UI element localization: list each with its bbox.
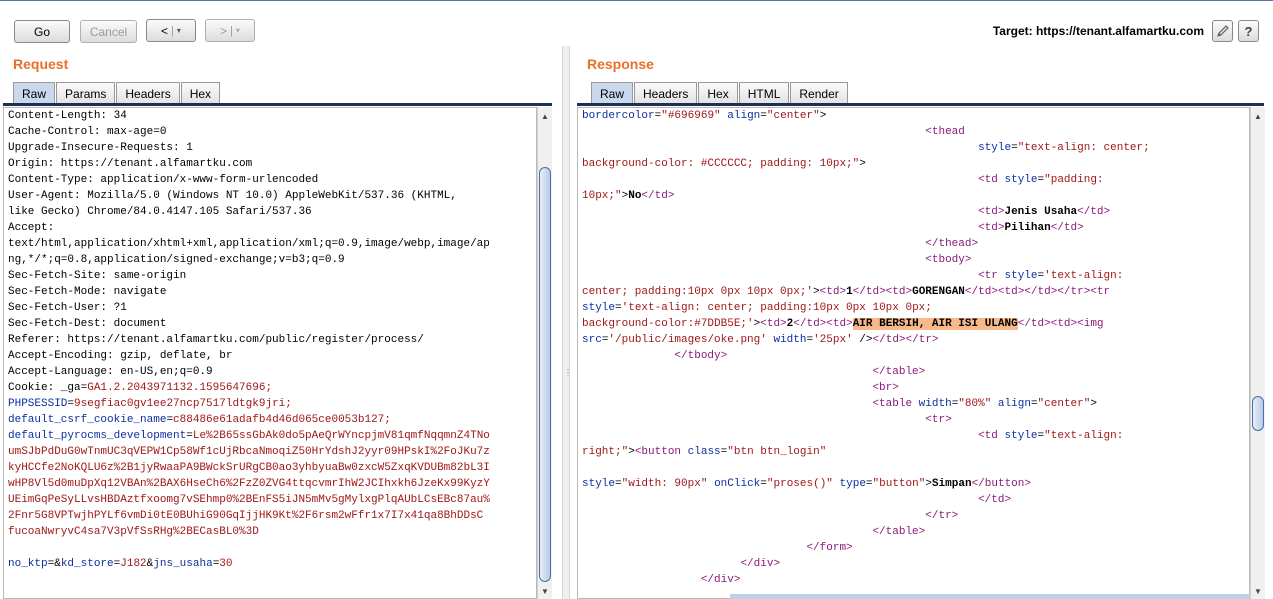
edit-target-button[interactable]: [1212, 20, 1233, 42]
cancel-button[interactable]: Cancel: [80, 20, 137, 43]
go-button[interactable]: Go: [14, 20, 70, 43]
top-toolbar: Go Cancel < | ▾ > | ▾ Target: https://te…: [0, 0, 1273, 46]
cookie-continuation: UEimGqPeSyLLvsHBDAztfxoomg7vSEhmp0%2BEnF…: [8, 494, 490, 506]
scroll-thumb[interactable]: [539, 167, 551, 582]
cookie-line: PHPSESSID=9segfiac0gv1ee27ncp7517ldtgk9j…: [8, 398, 292, 410]
cookie-line: default_csrf_cookie_name=c88486e61adafb4…: [8, 414, 391, 426]
tab-underline: [577, 103, 1264, 106]
chevron-down-icon[interactable]: ▾: [236, 26, 240, 35]
response-text[interactable]: bordercolor="#696969" align="center"> <t…: [578, 108, 1249, 588]
header-line: Content-Length: 34: [8, 110, 127, 122]
param-value: 30: [219, 558, 233, 570]
tab-params[interactable]: Params: [56, 82, 116, 104]
separator: |: [230, 24, 233, 37]
forward-button[interactable]: > | ▾: [205, 19, 255, 42]
cookie-continuation: 2Fnr5G8VPTwjhPYLf6vmDi0tE0BUhiG90GqIjjHK…: [8, 510, 484, 522]
scroll-down-icon[interactable]: ▼: [1251, 584, 1265, 598]
cookie-value: Le%2B65ssGbAk0do5pAeQrWYncpjmV81qmfNqqmn…: [192, 430, 490, 442]
tab-underline: [3, 103, 552, 106]
cookie-value: c88486e61adafb4d46d065ce0053b127;: [173, 414, 391, 426]
tab-html[interactable]: HTML: [738, 82, 790, 104]
pencil-icon: [1216, 25, 1229, 37]
header-line: text/html,application/xhtml+xml,applicat…: [8, 238, 490, 250]
param-key: kd_store: [60, 558, 114, 570]
chevron-down-icon[interactable]: ▾: [177, 26, 181, 35]
cookie-continuation: kyHCCfe2NoKQLU6z%2B1jyRwaaPA9BWckSrURgCB…: [8, 462, 490, 474]
cookie-key: default_pyrocms_development: [8, 430, 187, 442]
scroll-thumb[interactable]: [1252, 396, 1264, 431]
header-line: Sec-Fetch-User: ?1: [8, 302, 127, 314]
body-params: no_ktp=&kd_store=J182&jns_usaha=30: [8, 558, 233, 570]
cookie-line: default_pyrocms_development=Le%2B65ssGbA…: [8, 430, 490, 442]
tab-raw[interactable]: Raw: [13, 82, 56, 104]
back-icon: <: [161, 23, 169, 38]
scroll-down-icon[interactable]: ▼: [538, 584, 552, 598]
tab-hex[interactable]: Hex: [180, 82, 221, 104]
tab-headers[interactable]: Headers: [116, 82, 180, 104]
request-text[interactable]: Content-Length: 34 Cache-Control: max-age…: [4, 108, 536, 572]
header-line: Sec-Fetch-Mode: navigate: [8, 286, 167, 298]
param-key: jns_usaha: [153, 558, 213, 570]
request-tabs: Raw Params Headers Hex: [13, 82, 221, 104]
cookie-continuation: fucoaNwryvC4sa7V3pVfSsRHg%2BECasBL0%3D: [8, 526, 259, 538]
header-line: Upgrade-Insecure-Requests: 1: [8, 142, 193, 154]
tab-headers[interactable]: Headers: [634, 82, 698, 104]
tab-raw[interactable]: Raw: [591, 82, 634, 104]
splitter-grip-icon: ⋮: [564, 368, 572, 377]
cookie-key: Cookie: _ga: [8, 382, 81, 394]
header-line: ng,*/*;q=0.8,application/signed-exchange…: [8, 254, 345, 266]
header-line: Cache-Control: max-age=0: [8, 126, 167, 138]
header-line: Accept-Language: en-US,en;q=0.9: [8, 366, 213, 378]
help-button[interactable]: ?: [1238, 20, 1259, 42]
header-line: Origin: https://tenant.alfamartku.com: [8, 158, 253, 170]
scroll-up-icon[interactable]: ▲: [538, 109, 552, 123]
cookie-continuation: umSJbPdDuG0wTnmUC3qVEPW1Cp58Wf1cUjRbcaNm…: [8, 446, 490, 458]
pane-splitter[interactable]: ⋮: [562, 46, 572, 599]
horizontal-scroll-thumb[interactable]: [730, 594, 1250, 599]
tab-render[interactable]: Render: [790, 82, 848, 104]
cookie-continuation: wHP8Vl5d0muDpXq12VBAn%2BAX6HseCh6%2FzZ0Z…: [8, 478, 490, 490]
response-scrollbar[interactable]: ▲ ▼: [1250, 107, 1265, 599]
header-line: like Gecko) Chrome/84.0.4147.105 Safari/…: [8, 206, 312, 218]
cookie-key: default_csrf_cookie_name: [8, 414, 167, 426]
tab-hex[interactable]: Hex: [698, 82, 738, 104]
param-value: J182: [120, 558, 147, 570]
help-icon: ?: [1244, 23, 1253, 39]
header-line: Accept:: [8, 222, 55, 234]
param-key: no_ktp: [8, 558, 48, 570]
header-line: Content-Type: application/x-www-form-url…: [8, 174, 319, 186]
response-editor[interactable]: bordercolor="#696969" align="center"> <t…: [577, 107, 1250, 599]
request-editor[interactable]: Content-Length: 34 Cache-Control: max-age…: [3, 107, 537, 599]
response-tabs: Raw Headers Hex HTML Render: [591, 82, 849, 104]
header-line: Sec-Fetch-Dest: document: [8, 318, 167, 330]
cookie-value: GA1.2.2043971132.1595647696;: [87, 382, 273, 394]
back-button[interactable]: < | ▾: [146, 19, 196, 42]
cookie-line: Cookie: _ga=GA1.2.2043971132.1595647696;: [8, 382, 273, 394]
go-button-label: Go: [33, 24, 50, 39]
cancel-button-label: Cancel: [89, 24, 128, 39]
header-line: Accept-Encoding: gzip, deflate, br: [8, 350, 233, 362]
header-line: Referer: https://tenant.alfamartku.com/p…: [8, 334, 424, 346]
scroll-up-icon[interactable]: ▲: [1251, 109, 1265, 123]
response-title: Response: [587, 56, 654, 72]
cookie-value: 9segfiac0gv1ee27ncp7517ldtgk9jri;: [74, 398, 292, 410]
header-line: User-Agent: Mozilla/5.0 (Windows NT 10.0…: [8, 190, 457, 202]
request-scrollbar[interactable]: ▲ ▼: [537, 107, 552, 599]
forward-icon: >: [220, 23, 228, 38]
cookie-key: PHPSESSID: [8, 398, 68, 410]
separator: |: [171, 24, 174, 37]
highlighted-match: AIR BERSIH, AIR ISI ULANG: [852, 318, 1018, 330]
header-line: Sec-Fetch-Site: same-origin: [8, 270, 187, 282]
request-title: Request: [13, 56, 69, 72]
target-label: Target: https://tenant.alfamartku.com: [992, 24, 1204, 38]
